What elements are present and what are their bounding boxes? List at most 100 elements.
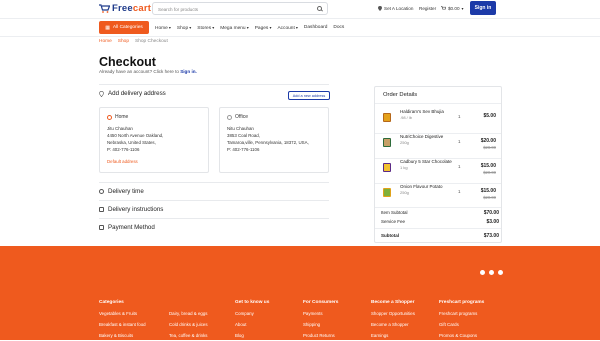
nav-docs[interactable]: Docs	[333, 25, 344, 31]
twitter-icon[interactable]	[489, 270, 494, 275]
sign-in-button[interactable]: Sign in	[470, 1, 496, 15]
add-address-button[interactable]: Add a new address	[288, 91, 330, 100]
section-divider	[99, 182, 329, 183]
address-label: Home	[115, 114, 129, 120]
all-categories-button[interactable]: ▦ All Categories	[99, 21, 149, 34]
facebook-icon[interactable]	[480, 270, 485, 275]
all-categories-label: All Categories	[112, 25, 143, 30]
address-card-home[interactable]: Home Jitu Chauhan 4450 North Avenue Oakl…	[99, 107, 209, 173]
nav-dashboard[interactable]: Dashboard	[304, 25, 327, 31]
product-name: Onion Flavour Potato	[400, 184, 443, 189]
footer-link[interactable]: Shipping	[303, 319, 338, 330]
footer-link[interactable]: Gift Cards	[439, 319, 484, 330]
product-price: $5.00	[483, 113, 496, 119]
address-radio-home[interactable]	[107, 115, 112, 120]
register-link[interactable]: Register	[419, 6, 436, 11]
product-quantity: 1	[458, 189, 461, 194]
delivery-time-header[interactable]: Delivery time	[99, 188, 144, 195]
footer-link[interactable]: Company	[235, 308, 269, 319]
footer-heading: Become a Shopper	[371, 300, 415, 305]
nav-shop[interactable]: Shop	[177, 25, 191, 31]
subtotal-label: Subtotal	[381, 233, 399, 238]
product-image	[383, 163, 391, 172]
delivery-instructions-header[interactable]: Delivery instructions	[99, 206, 163, 213]
delivery-time-title: Delivery time	[108, 188, 144, 195]
delivery-instructions-title: Delivery instructions	[108, 206, 164, 213]
nav-divider	[0, 36, 600, 37]
nav-account[interactable]: Account	[277, 25, 297, 31]
grid-icon: ▦	[105, 24, 110, 31]
footer-link[interactable]: Cold drinks & juices	[169, 319, 208, 330]
product-name: Cadbury 5 Star Chocolate	[400, 159, 452, 164]
footer-column-about: Get to know us Company About Blog	[235, 297, 269, 341]
footer-link[interactable]: Tea, coffee & drinks	[169, 330, 208, 341]
footer-link[interactable]: Bakery & Biscuits	[99, 330, 146, 341]
address-radio-office[interactable]	[227, 115, 232, 120]
footer-link[interactable]: Shopper Opportunities	[371, 308, 415, 319]
footer-link[interactable]: Dairy, bread & eggs	[169, 308, 208, 319]
product-weight: .98 / lb	[400, 114, 413, 120]
footer-column-categories-2: Dairy, bread & eggs Cold drinks & juices…	[169, 297, 208, 341]
section-divider	[99, 84, 329, 85]
product-quantity: 1	[458, 164, 461, 169]
page-title: Checkout	[99, 55, 156, 69]
instagram-icon[interactable]	[498, 270, 503, 275]
register-label: Register	[419, 6, 437, 11]
footer-column-categories: Categories Vegetables & Fruits Breakfast…	[99, 297, 146, 341]
nav-mega-menu[interactable]: Mega menu	[220, 25, 248, 31]
footer-link[interactable]: Earnings	[371, 330, 415, 341]
footer-column-shopper: Become a Shopper Shopper Opportunities B…	[371, 297, 415, 341]
social-links	[480, 270, 503, 275]
item-subtotal-value: $70.00	[483, 210, 499, 216]
footer-link[interactable]: Product Returns	[303, 330, 338, 341]
address-name: Jitu Chauhan	[107, 126, 133, 131]
footer-heading: Categories	[99, 300, 124, 305]
delivery-address-header[interactable]: Add delivery address	[99, 90, 166, 97]
default-address-badge: Default address	[107, 159, 138, 164]
footer-link[interactable]: Vegetables & Fruits	[99, 308, 146, 319]
nav-home[interactable]: Home	[155, 25, 171, 31]
logo[interactable]: Freecart	[99, 3, 151, 14]
set-location-link[interactable]: Set A Location	[378, 6, 413, 11]
footer-link[interactable]: Promos & Coupons	[439, 330, 484, 341]
order-details-panel: Order Details Haldiram's Sev Bhujia .98 /…	[374, 86, 502, 243]
address-label: Office	[235, 114, 248, 120]
footer-link[interactable]: Become a Shopper	[371, 319, 415, 330]
product-image	[383, 113, 391, 122]
order-item: Haldiram's Sev Bhujia .98 / lb 1 $5.00	[381, 109, 499, 134]
product-old-price: $28.00	[483, 145, 496, 150]
footer-heading: Freshcart programs	[439, 300, 485, 305]
address-line2: Nebraska, United States,	[107, 140, 156, 145]
footer-link[interactable]: About	[235, 319, 269, 330]
cart-icon	[441, 6, 446, 10]
breadcrumb: Home Shop Shop Checkout	[99, 39, 168, 44]
breadcrumb-shop[interactable]: Shop	[118, 39, 129, 44]
footer-link[interactable]: Payments	[303, 308, 338, 319]
nav-stores[interactable]: Stores	[197, 25, 214, 31]
payment-method-header[interactable]: Payment Method	[99, 224, 155, 231]
subtitle-text: Already have an account? Click here to	[99, 69, 179, 74]
product-old-price: $20.00	[483, 195, 496, 200]
search-icon[interactable]	[317, 6, 322, 11]
breadcrumb-home[interactable]: Home	[99, 39, 112, 44]
credit-card-icon	[99, 225, 104, 230]
order-item: Cadbury 5 Star Chocolate 1 kg 1 $15.00 $2…	[381, 159, 499, 184]
footer-link[interactable]: Blog	[235, 330, 269, 341]
address-line1: 3853 Coal Road,	[227, 133, 260, 138]
header-divider	[0, 18, 600, 19]
subtotal-value: $73.00	[483, 233, 499, 239]
nav-pages[interactable]: Pages	[255, 25, 272, 31]
address-card-office[interactable]: Office Nitu Chauhan 3853 Coal Road, Tama…	[219, 107, 329, 173]
sign-in-link[interactable]: Sign in.	[180, 69, 197, 74]
order-divider	[375, 103, 501, 104]
product-quantity: 1	[458, 139, 461, 144]
product-weight: 250g	[400, 189, 409, 195]
cart-button[interactable]: $0.00 ▾	[441, 6, 464, 11]
address-name: Nitu Chauhan	[227, 126, 254, 131]
order-item: NutriChoice Digestive 250g 1 $20.00 $28.0…	[381, 134, 499, 159]
footer-link[interactable]: Freshcart programs	[439, 308, 484, 319]
search-input[interactable]: Search for products	[152, 2, 328, 15]
footer-link[interactable]: Breakfast & instant food	[99, 319, 146, 330]
product-weight: 250g	[400, 139, 409, 145]
location-label: Set A Location	[384, 6, 414, 11]
